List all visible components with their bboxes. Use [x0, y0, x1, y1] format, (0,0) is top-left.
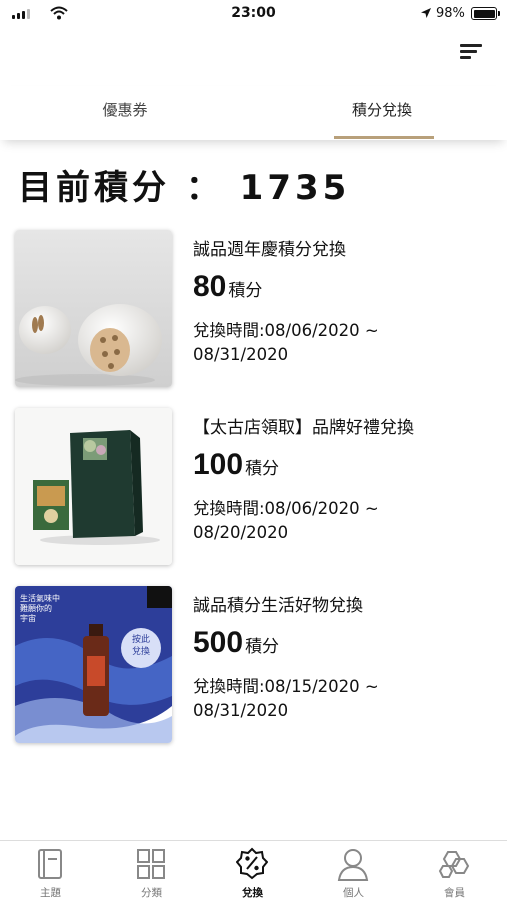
- active-tab-indicator: [334, 136, 434, 139]
- battery-percent: 98%: [436, 6, 465, 21]
- nav-label: 主題: [40, 887, 61, 899]
- reward-points-value: 500: [193, 626, 244, 659]
- reward-period-end: 08/31/2020: [193, 345, 289, 364]
- book-icon: [38, 849, 62, 879]
- reward-period-end: 08/31/2020: [193, 701, 289, 720]
- nav-label: 兌換: [242, 887, 263, 899]
- reward-period: 兌換時間:08/15/2020 ~ 08/31/2020: [193, 675, 379, 723]
- reward-points-value: 80: [193, 270, 227, 303]
- reward-points: 100 積分: [193, 448, 279, 482]
- reward-period-start: 兌換時間:08/06/2020 ~: [193, 499, 379, 518]
- reward-points-unit: 積分: [228, 281, 263, 301]
- nav-label: 會員: [444, 887, 465, 899]
- person-icon: [337, 849, 369, 881]
- battery-icon: [471, 7, 500, 20]
- reward-period-end: 08/20/2020: [193, 523, 289, 542]
- nav-item-exchange[interactable]: 兌換: [202, 841, 303, 900]
- reward-item[interactable]: 【太古店領取】品牌好禮兌換 100 積分 兌換時間:08/06/2020 ~ 08…: [15, 408, 495, 568]
- reward-period-start: 兌換時間:08/06/2020 ~: [193, 321, 379, 340]
- reward-period-start: 兌換時間:08/15/2020 ~: [193, 677, 379, 696]
- tab-coupons[interactable]: 優惠券: [0, 86, 250, 140]
- menu-icon[interactable]: [456, 40, 486, 64]
- reward-image-gift-bag: [15, 408, 172, 565]
- reward-points-unit: 積分: [245, 637, 280, 657]
- nav-label: 個人: [343, 887, 364, 899]
- reward-period: 兌換時間:08/06/2020 ~ 08/20/2020: [193, 497, 379, 545]
- percent-badge-icon: [236, 847, 268, 880]
- location-arrow-icon: [421, 8, 431, 18]
- bottom-nav: 主題 分類 兌換 個人 會員: [0, 840, 507, 900]
- reward-image-lifestyle-goods: 生活氣味中 難願你的 宇宙 按此 兌換: [15, 586, 172, 743]
- reward-item[interactable]: 生活氣味中 難願你的 宇宙 按此 兌換 誠品積分生活好物兌換 500 積分 兌換時…: [15, 586, 495, 746]
- reward-points-value: 100: [193, 448, 244, 481]
- reward-points: 500 積分: [193, 626, 279, 660]
- nav-item-personal[interactable]: 個人: [303, 841, 404, 900]
- nav-item-topics[interactable]: 主題: [0, 841, 101, 900]
- reward-item[interactable]: 誠品週年慶積分兌換 80 積分 兌換時間:08/06/2020 ~ 08/31/2…: [15, 230, 495, 390]
- tab-points-exchange[interactable]: 積分兌換: [257, 86, 507, 140]
- reward-title: 【太古店領取】品牌好禮兌換: [193, 418, 414, 438]
- nav-label: 分類: [141, 887, 162, 899]
- reward-title: 誠品週年慶積分兌換: [193, 240, 346, 260]
- reward-period: 兌換時間:08/06/2020 ~ 08/31/2020: [193, 319, 379, 367]
- reward-title: 誠品積分生活好物兌換: [193, 596, 363, 616]
- nav-item-member[interactable]: 會員: [404, 841, 505, 900]
- reward-points-unit: 積分: [245, 459, 280, 479]
- member-icon: [438, 851, 470, 878]
- reward-image-piggy-banks: [15, 230, 172, 387]
- grid-icon: [137, 849, 165, 879]
- current-points: 目前積分 ： 1735: [18, 168, 351, 208]
- status-bar: 23:00 98%: [0, 0, 507, 28]
- reward-image-caption: 生活氣味中 難願你的 宇宙: [20, 594, 60, 623]
- tab-bar: 優惠券 積分兌換: [0, 86, 507, 140]
- reward-points: 80 積分: [193, 270, 262, 304]
- nav-item-categories[interactable]: 分類: [101, 841, 202, 900]
- redeem-badge: 按此 兌換: [131, 635, 150, 657]
